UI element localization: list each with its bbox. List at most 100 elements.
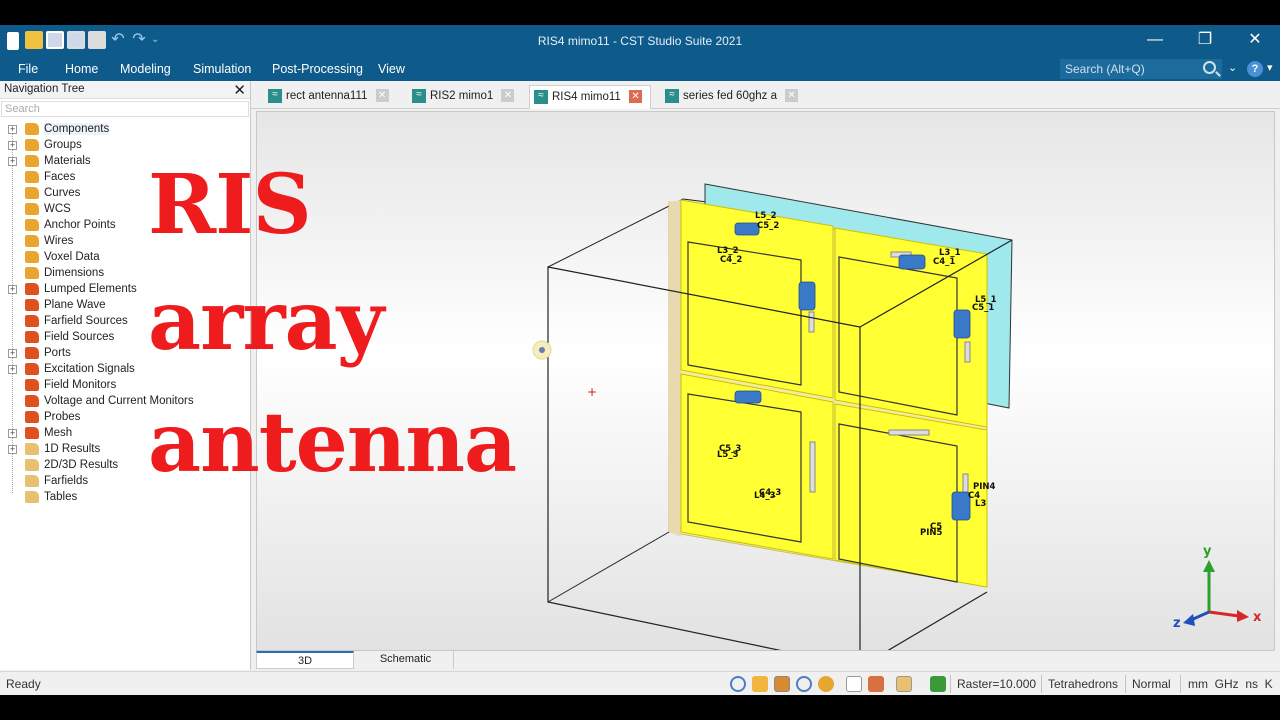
lumped-element xyxy=(734,390,762,404)
tree-item-label: Components xyxy=(44,123,110,135)
tab-ris2-mimo1[interactable]: ≈ RIS2 mimo1 ✕ xyxy=(408,85,515,109)
tree-item-label: Wires xyxy=(44,235,74,247)
model-canvas: + L5_2C5_2L3_2C4_2L3_1C4_1L5_1C5_1C5_3L5… xyxy=(532,183,1262,650)
folder-icon xyxy=(25,395,39,407)
cut-plane-icon[interactable] xyxy=(868,676,884,692)
close-icon[interactable]: ✕ xyxy=(233,81,246,99)
menu-file[interactable]: File xyxy=(18,62,38,76)
help-icon[interactable]: ? xyxy=(1247,61,1263,77)
ribbon-collapse-icon[interactable]: ⌄ xyxy=(1228,61,1237,74)
3d-viewport[interactable]: + L5_2 C5_2 L3_2 C4_2 L3_1 C4_1 L5_1 C5_1 C5_3 L5… xyxy=(256,111,1275,651)
folder-icon xyxy=(25,203,39,215)
expand-icon[interactable]: + xyxy=(8,445,17,454)
folder-icon xyxy=(25,235,39,247)
expand-icon[interactable]: + xyxy=(8,125,17,134)
rotate-icon[interactable] xyxy=(774,676,790,692)
menu-home[interactable]: Home xyxy=(65,62,98,76)
tree-item-components[interactable]: + Components xyxy=(0,121,250,137)
menu-post-processing[interactable]: Post-Processing xyxy=(272,62,363,76)
tab-rect-antenna111[interactable]: ≈ rect antenna111 ✕ xyxy=(264,85,389,109)
component-label: L5_2 xyxy=(755,211,777,221)
status-bar: Ready Raster=10.000 Tetrahedrons Normal … xyxy=(0,671,1280,695)
close-button[interactable]: ✕ xyxy=(1230,25,1280,57)
feed-stub xyxy=(964,341,971,363)
tree-item-tables[interactable]: Tables xyxy=(0,489,250,505)
component-label: L5_3 xyxy=(717,450,739,460)
tab-close-icon[interactable]: ✕ xyxy=(375,89,389,103)
tree-search-input[interactable]: Search xyxy=(1,101,249,117)
expand-icon[interactable]: + xyxy=(8,365,17,374)
units-field[interactable]: mm GHz ns K xyxy=(1188,677,1273,691)
bounding-box-edge xyxy=(547,198,684,268)
search-input[interactable]: Search (Alt+Q) xyxy=(1060,59,1222,79)
help-dropdown-icon[interactable]: ▾ xyxy=(1267,61,1273,74)
menu-view[interactable]: View xyxy=(378,62,405,76)
status-separator xyxy=(950,675,951,693)
cursor-cross: + xyxy=(587,385,597,399)
x-axis xyxy=(1208,610,1240,618)
lumped-element xyxy=(953,309,971,339)
lumped-element xyxy=(734,222,760,236)
view-box-icon[interactable] xyxy=(896,676,912,692)
search-placeholder: Search (Alt+Q) xyxy=(1065,62,1145,76)
patch-1 xyxy=(687,241,802,386)
overlay-title-line3: antenna xyxy=(148,395,517,491)
cst-project-icon: ≈ xyxy=(534,90,548,104)
tree-item-label: 1D Results xyxy=(44,443,101,455)
x-axis-label: x xyxy=(1253,610,1262,625)
spin-icon[interactable] xyxy=(818,676,834,692)
patch-2 xyxy=(838,256,958,416)
app-window: ↶ ↷ ⌄ RIS4 mimo11 - CST Studio Suite 202… xyxy=(0,25,1280,695)
tab-close-icon[interactable]: ✕ xyxy=(501,89,515,103)
feed-stub xyxy=(809,441,816,493)
tab-series-fed-60ghz[interactable]: ≈ series fed 60ghz a ✕ xyxy=(661,85,799,109)
tree-item-label: 2D/3D Results xyxy=(44,459,119,471)
cst-project-icon: ≈ xyxy=(665,89,679,103)
folder-icon xyxy=(25,171,39,183)
workplane-icon[interactable] xyxy=(930,676,946,692)
fit-view-icon[interactable] xyxy=(846,676,862,692)
maximize-button[interactable]: ❐ xyxy=(1180,25,1230,57)
tab-close-icon[interactable]: ✕ xyxy=(785,89,799,103)
bounding-box-edge xyxy=(547,531,670,603)
expand-icon[interactable]: + xyxy=(8,349,17,358)
minimize-button[interactable]: — xyxy=(1130,25,1180,57)
tab-ris4-mimo11[interactable]: ≈ RIS4 mimo11 ✕ xyxy=(529,85,651,109)
menu-simulation[interactable]: Simulation xyxy=(193,62,251,76)
tab-close-icon[interactable]: ✕ xyxy=(629,90,643,104)
window-title: RIS4 mimo11 - CST Studio Suite 2021 xyxy=(537,34,743,48)
tab-3d[interactable]: 3D xyxy=(256,651,354,669)
tree-item-field-monitors[interactable]: Field Monitors xyxy=(0,377,250,393)
zoom-icon[interactable] xyxy=(730,676,746,692)
expand-icon[interactable]: + xyxy=(8,141,17,150)
menu-modeling[interactable]: Modeling xyxy=(120,62,171,76)
expand-icon[interactable]: + xyxy=(8,429,17,438)
menu-bar: File Home Modeling Simulation Post-Proce… xyxy=(0,57,1280,81)
tree-item-label: Probes xyxy=(44,411,81,423)
zoom-in-icon[interactable] xyxy=(796,676,812,692)
tree-item-label: Mesh xyxy=(44,427,73,439)
component-label: C4_2 xyxy=(720,255,742,265)
folder-icon xyxy=(25,379,39,391)
pan-icon[interactable] xyxy=(752,676,768,692)
folder-icon xyxy=(25,251,39,263)
tab-label: RIS2 mimo1 xyxy=(430,90,494,102)
tree-item-label: Materials xyxy=(44,155,91,167)
component-label: C5_2 xyxy=(757,221,779,231)
tree-item-label: Plane Wave xyxy=(44,299,106,311)
cst-project-icon: ≈ xyxy=(412,89,426,103)
tree-item-label: Field Monitors xyxy=(44,379,117,391)
overlay-title-line1: RIS xyxy=(148,157,312,253)
folder-icon xyxy=(25,139,39,151)
mesh-type-field[interactable]: Tetrahedrons xyxy=(1048,677,1118,691)
raster-field[interactable]: Raster=10.000 xyxy=(957,677,1036,691)
component-label: C4_3 xyxy=(759,488,781,498)
solver-mode-field[interactable]: Normal xyxy=(1132,677,1171,691)
expand-icon[interactable]: + xyxy=(8,157,17,166)
patch-3 xyxy=(687,393,802,543)
tree-item-groups[interactable]: + Groups xyxy=(0,137,250,153)
folder-icon xyxy=(25,267,39,279)
tab-schematic[interactable]: Schematic xyxy=(358,651,454,669)
expand-icon[interactable]: + xyxy=(8,285,17,294)
status-text: Ready xyxy=(6,677,41,691)
